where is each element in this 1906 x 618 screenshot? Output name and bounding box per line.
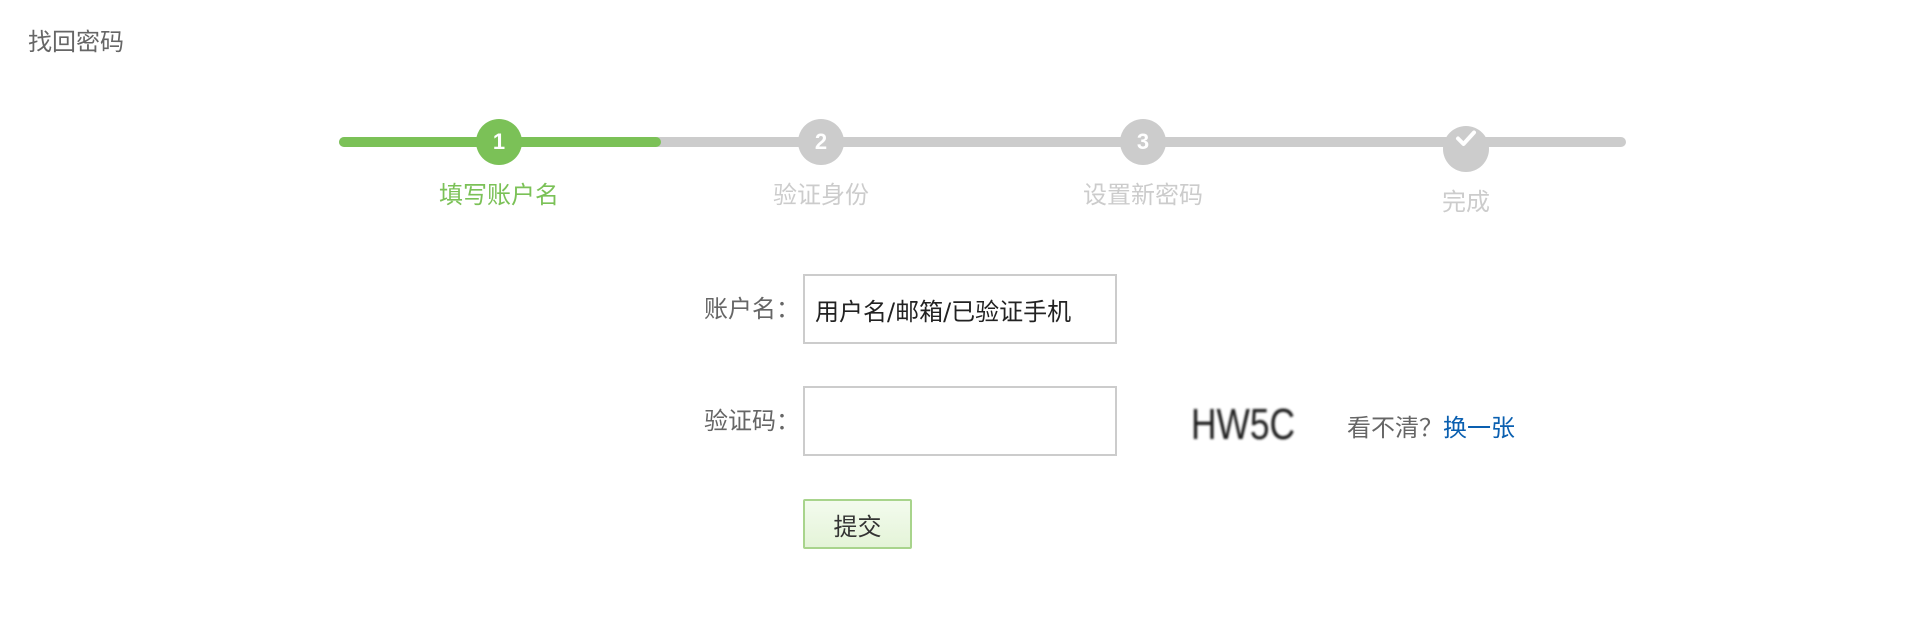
step-1-circle: 1 [476, 119, 522, 165]
step-3-circle: 3 [1120, 119, 1166, 165]
refresh-captcha-link[interactable]: 换一张 [1443, 414, 1515, 442]
captcha-image[interactable]: HW5C [1188, 400, 1298, 450]
step-3-label: 设置新密码 [1083, 181, 1203, 209]
step-4-label: 完成 [1442, 188, 1490, 216]
captcha-text: HW5C [1191, 400, 1295, 449]
captcha-hint: 看不清？换一张 [1347, 408, 1515, 443]
step-1-label: 填写账户名 [439, 181, 559, 209]
submit-button[interactable]: 提交 [803, 499, 912, 549]
account-label: 账户名： [704, 295, 800, 323]
progress-stepper: 1 填写账户名 2 验证身份 3 设置新密码 完成 [339, 115, 1626, 216]
step-2-circle: 2 [798, 119, 844, 165]
captcha-hint-text: 看不清？ [1347, 414, 1443, 442]
checkmark-icon [1456, 130, 1476, 146]
page-title: 找回密码 [28, 28, 124, 56]
account-input[interactable] [803, 274, 1117, 344]
captcha-input[interactable] [803, 386, 1117, 456]
step-1: 1 填写账户名 [399, 115, 599, 210]
step-4: 完成 [1366, 115, 1566, 217]
step-2-label: 验证身份 [773, 181, 869, 209]
step-4-circle [1443, 126, 1489, 172]
step-3: 3 设置新密码 [1043, 115, 1243, 210]
step-2: 2 验证身份 [721, 115, 921, 210]
captcha-label: 验证码： [704, 407, 800, 435]
